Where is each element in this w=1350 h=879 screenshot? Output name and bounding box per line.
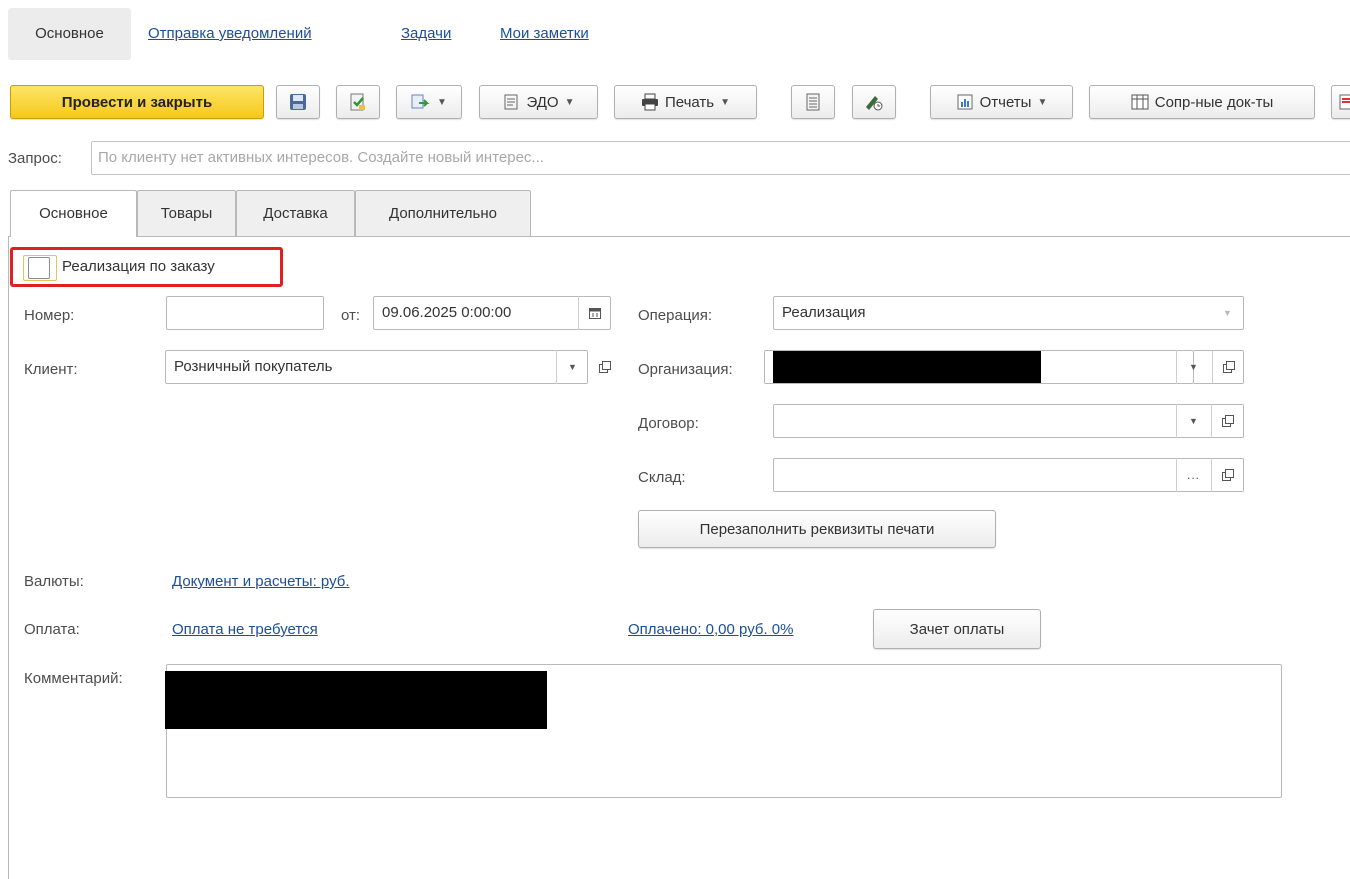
number-label: Номер: bbox=[24, 307, 75, 324]
payment-offset-label: Зачет оплаты bbox=[909, 620, 1005, 638]
refill-print-details-label: Перезаполнить реквизиты печати bbox=[699, 520, 935, 538]
operation-select[interactable]: Реализация bbox=[773, 296, 1244, 330]
operation-value: Реализация bbox=[782, 304, 866, 321]
client-label: Клиент: bbox=[24, 361, 78, 378]
request-label: Запрос: bbox=[8, 150, 62, 167]
currency-label: Валюты: bbox=[24, 573, 84, 590]
comment-textarea[interactable] bbox=[165, 664, 1282, 798]
number-input[interactable] bbox=[166, 296, 324, 330]
more-toolbar-button[interactable] bbox=[1331, 85, 1350, 119]
redacted-organization bbox=[773, 351, 1041, 383]
document-structure-button[interactable] bbox=[791, 85, 835, 119]
refill-print-details-button[interactable]: Перезаполнить реквизиты печати bbox=[638, 510, 996, 548]
open-window-icon bbox=[599, 361, 611, 373]
chevron-down-icon: ▼ bbox=[1189, 416, 1198, 426]
contract-label: Договор: bbox=[638, 415, 699, 432]
open-window-icon bbox=[1222, 469, 1234, 481]
request-input[interactable]: По клиенту нет активных интересов. Созда… bbox=[91, 141, 1350, 175]
tab-main[interactable]: Основное bbox=[10, 190, 137, 237]
edo-icon bbox=[502, 93, 520, 111]
list-document-icon bbox=[805, 93, 821, 111]
client-value: Розничный покупатель bbox=[174, 358, 333, 375]
printer-icon bbox=[641, 93, 659, 111]
chevron-down-icon: ▼ bbox=[720, 96, 731, 108]
organization-label: Организация: bbox=[638, 361, 733, 378]
print-label: Печать bbox=[664, 93, 715, 111]
date-input[interactable]: 09.06.2025 0:00:00 bbox=[373, 296, 611, 330]
open-window-icon bbox=[1222, 415, 1234, 427]
chevron-down-icon: ▼ bbox=[1037, 96, 1048, 108]
content-border bbox=[8, 236, 9, 879]
related-docs-button[interactable]: Сопр-ные док-ты bbox=[1089, 85, 1315, 119]
document-red-icon bbox=[1339, 94, 1350, 110]
operation-dropdown-button[interactable]: ▼ bbox=[1211, 296, 1244, 330]
save-button[interactable] bbox=[276, 85, 320, 119]
post-button[interactable] bbox=[336, 85, 380, 119]
edo-button[interactable]: ЭДО ▼ bbox=[479, 85, 598, 119]
payment-link[interactable]: Оплата не требуется bbox=[172, 620, 318, 640]
contract-input[interactable] bbox=[773, 404, 1244, 438]
ellipsis-icon: ... bbox=[1186, 468, 1200, 482]
paid-link[interactable]: Оплачено: 0,00 руб. 0% bbox=[628, 620, 793, 640]
payment-offset-button[interactable]: Зачет оплаты bbox=[873, 609, 1041, 649]
create-based-on-button[interactable]: ▼ bbox=[396, 85, 462, 119]
document-post-icon bbox=[349, 93, 367, 111]
contract-dropdown-button[interactable]: ▼ bbox=[1176, 404, 1210, 438]
calendar-icon bbox=[589, 307, 601, 319]
tab-goods[interactable]: Товары bbox=[137, 190, 236, 236]
warehouse-open-button[interactable] bbox=[1211, 458, 1244, 492]
comment-label: Комментарий: bbox=[24, 670, 123, 687]
chevron-down-icon: ▼ bbox=[437, 96, 447, 108]
chevron-down-icon: ▼ bbox=[568, 362, 577, 372]
calendar-button[interactable] bbox=[578, 296, 611, 330]
related-docs-label: Сопр-ные док-ты bbox=[1154, 93, 1274, 111]
tab-delivery[interactable]: Доставка bbox=[236, 190, 355, 236]
tab-additional[interactable]: Дополнительно bbox=[355, 190, 531, 236]
edo-label: ЭДО bbox=[526, 93, 559, 111]
date-from-label: от: bbox=[341, 307, 361, 324]
nav-link-notes[interactable]: Мои заметки bbox=[500, 8, 589, 60]
reports-button[interactable]: Отчеты ▼ bbox=[930, 85, 1073, 119]
post-and-close-label: Провести и закрыть bbox=[61, 93, 213, 111]
nav-link-notifications[interactable]: Отправка уведомлений bbox=[148, 8, 312, 60]
print-button[interactable]: Печать ▼ bbox=[614, 85, 757, 119]
by-order-label: Реализация по заказу bbox=[62, 258, 215, 275]
chevron-down-icon: ▼ bbox=[564, 96, 575, 108]
contract-open-button[interactable] bbox=[1211, 404, 1244, 438]
organization-input[interactable] bbox=[764, 350, 1194, 384]
redacted-comment bbox=[165, 671, 547, 729]
operation-label: Операция: bbox=[638, 307, 713, 324]
organization-field-end bbox=[1194, 350, 1244, 384]
report-icon bbox=[956, 93, 974, 111]
pen-clock-icon bbox=[864, 93, 884, 111]
chevron-down-icon: ▼ bbox=[1223, 308, 1232, 318]
warehouse-input[interactable] bbox=[773, 458, 1244, 492]
warehouse-select-button[interactable]: ... bbox=[1176, 458, 1210, 492]
reports-label: Отчеты bbox=[979, 93, 1032, 111]
floppy-disk-icon bbox=[289, 93, 307, 111]
payment-label: Оплата: bbox=[24, 621, 80, 638]
client-open-button[interactable] bbox=[590, 350, 620, 384]
nav-link-tasks[interactable]: Задачи bbox=[401, 8, 451, 60]
table-icon bbox=[1131, 94, 1149, 110]
edit-signature-button[interactable] bbox=[852, 85, 896, 119]
nav-tab-main[interactable]: Основное bbox=[8, 8, 131, 60]
warehouse-label: Склад: bbox=[638, 469, 686, 486]
by-order-checkbox[interactable] bbox=[28, 257, 50, 279]
post-and-close-button[interactable]: Провести и закрыть bbox=[10, 85, 264, 119]
client-dropdown-button[interactable]: ▼ bbox=[556, 350, 588, 384]
currency-link[interactable]: Документ и расчеты: руб. bbox=[172, 572, 350, 592]
create-based-on-icon bbox=[411, 93, 431, 111]
date-value: 09.06.2025 0:00:00 bbox=[382, 304, 512, 321]
client-input[interactable]: Розничный покупатель bbox=[165, 350, 588, 384]
